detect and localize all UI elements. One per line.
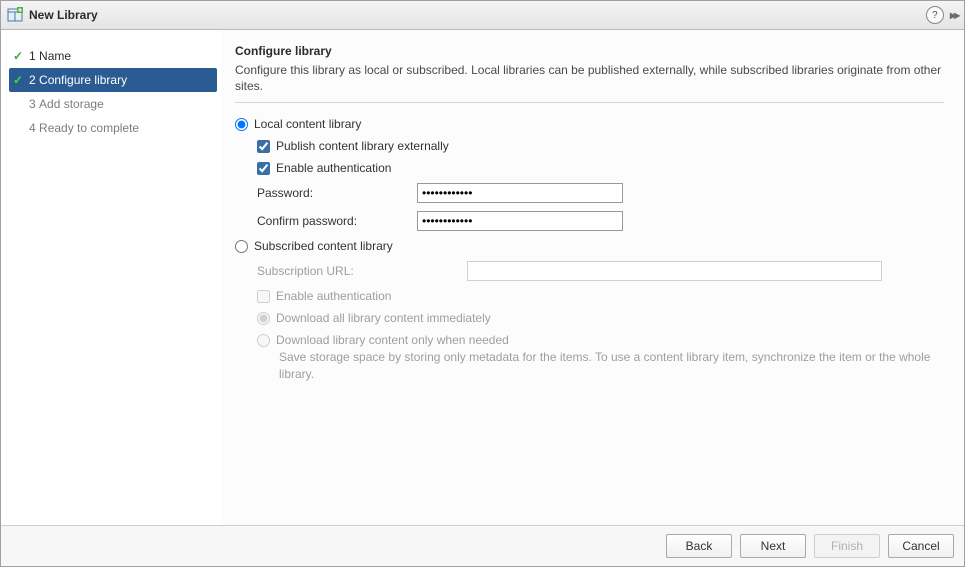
next-button[interactable]: Next [740,534,806,558]
subscription-url-row: Subscription URL: [257,261,944,281]
back-button[interactable]: Back [666,534,732,558]
section-heading: Configure library [235,44,944,58]
sub-auth-label: Enable authentication [276,289,391,303]
subscribed-subblock: Subscription URL: Enable authentication … [257,261,944,383]
main-content: Configure library Configure this library… [221,30,964,527]
radio-local-label: Local content library [254,117,361,131]
titlebar: New Library ? ▸▸ [1,1,964,30]
step-add-storage[interactable]: ✓ 3 Add storage [1,92,221,116]
checkbox-sub-enable-auth [257,290,270,303]
check-icon: ✓ [11,49,25,63]
password-field[interactable] [417,183,623,203]
checkbox-publish-externally[interactable] [257,140,270,153]
download-ondemand-label: Download library content only when neede… [276,333,509,347]
step-ready[interactable]: ✓ 4 Ready to complete [1,116,221,140]
radio-subscribed-label: Subscribed content library [254,239,393,253]
step-number: 4 [29,121,36,135]
step-configure-library[interactable]: ✓ 2 Configure library [9,68,217,92]
confirm-password-field[interactable] [417,211,623,231]
step-label: Ready to complete [39,121,139,135]
publish-label: Publish content library externally [276,139,449,153]
radio-local[interactable] [235,118,248,131]
cancel-button[interactable]: Cancel [888,534,954,558]
password-row: Password: [257,183,944,203]
checkbox-enable-auth[interactable] [257,162,270,175]
section-subtext: Configure this library as local or subsc… [235,62,944,103]
step-label: Configure library [39,73,127,87]
dialog-title: New Library [29,8,926,22]
option-subscribed: Subscribed content library [235,239,944,253]
finish-button: Finish [814,534,880,558]
download-ondemand-row: Download library content only when neede… [257,333,944,347]
step-number: 3 [29,97,36,111]
download-all-label: Download all library content immediately [276,311,491,325]
confirm-password-label: Confirm password: [257,214,417,228]
subscription-url-label: Subscription URL: [257,264,467,278]
step-number: 1 [29,49,36,63]
step-number: 2 [29,73,36,87]
step-label: Add storage [39,97,104,111]
download-hint: Save storage space by storing only metad… [279,349,944,383]
step-label: Name [39,49,71,63]
auth-row: Enable authentication [257,161,944,175]
collapse-icon[interactable]: ▸▸ [950,8,958,22]
radio-subscribed[interactable] [235,240,248,253]
option-local: Local content library [235,117,944,131]
auth-label: Enable authentication [276,161,391,175]
confirm-password-row: Confirm password: [257,211,944,231]
dialog-footer: Back Next Finish Cancel [1,525,964,566]
help-icon[interactable]: ? [926,6,944,24]
step-name[interactable]: ✓ 1 Name [1,44,221,68]
password-label: Password: [257,186,417,200]
check-icon: ✓ [11,73,25,87]
subscription-url-field [467,261,882,281]
publish-row: Publish content library externally [257,139,944,153]
local-subblock: Publish content library externally Enabl… [257,139,944,231]
library-icon [7,7,23,23]
titlebar-controls: ? ▸▸ [926,6,958,24]
wizard-steps: ✓ 1 Name ✓ 2 Configure library ✓ 3 Add s… [1,30,221,527]
radio-download-all [257,312,270,325]
download-all-row: Download all library content immediately [257,311,944,325]
sub-auth-row: Enable authentication [257,289,944,303]
dialog-window: New Library ? ▸▸ ✓ 1 Name ✓ 2 Configure … [0,0,965,567]
radio-download-ondemand [257,334,270,347]
dialog-body: ✓ 1 Name ✓ 2 Configure library ✓ 3 Add s… [1,30,964,527]
